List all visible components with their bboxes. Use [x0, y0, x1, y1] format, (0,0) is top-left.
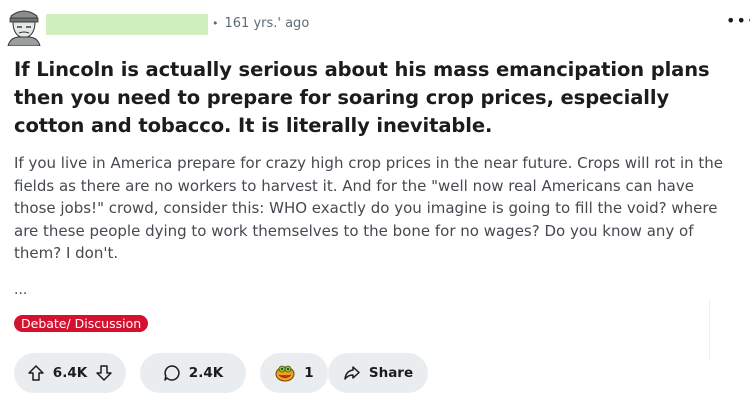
post-meta: • 161 yrs.' ago	[212, 16, 309, 31]
share-icon	[343, 364, 361, 382]
read-more-ellipsis[interactable]: ...	[14, 282, 27, 298]
post-body[interactable]: If you live in America prepare for crazy…	[14, 152, 740, 265]
award-button[interactable]: 1	[260, 353, 328, 393]
author-name-redacted[interactable]	[46, 14, 208, 35]
avatar[interactable]	[4, 4, 44, 47]
right-edge-line	[709, 300, 710, 360]
more-options-button[interactable]: •••	[726, 11, 750, 30]
share-button[interactable]: Share	[328, 353, 428, 393]
award-count: 1	[304, 365, 314, 381]
post-title[interactable]: If Lincoln is actually serious about his…	[14, 56, 736, 140]
post-flair[interactable]: Debate/ Discussion	[14, 315, 149, 332]
upvote-icon[interactable]	[27, 364, 45, 382]
downvote-icon[interactable]	[95, 364, 113, 382]
share-label: Share	[368, 365, 414, 381]
separator-dot: •	[212, 17, 219, 30]
comment-count: 2.4K	[188, 365, 224, 381]
comments-button[interactable]: 2.4K	[140, 353, 246, 393]
post-age: 161 yrs.' ago	[224, 16, 310, 31]
award-icon	[274, 363, 296, 383]
more-icon: •••	[726, 11, 750, 30]
vote-pill: 6.4K	[14, 353, 126, 393]
vote-count: 6.4K	[52, 365, 88, 381]
comment-icon	[163, 364, 181, 382]
